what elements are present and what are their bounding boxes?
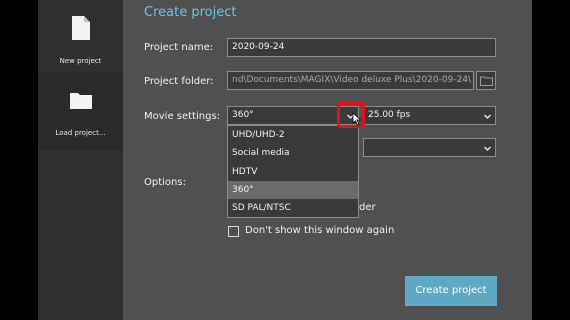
dropdown-option[interactable]: SD PAL/NTSC: [228, 199, 358, 217]
movie-format-value: 360°: [232, 110, 254, 120]
create-project-button[interactable]: Create project: [405, 276, 497, 306]
project-folder-field: nd\Documents\MAGIX\Video deluxe Plus\202…: [227, 71, 474, 90]
page-title: Create project: [144, 5, 237, 20]
option-label-partial: der: [359, 202, 376, 213]
new-document-icon: [71, 16, 90, 40]
sidebar-item-label: New project: [59, 57, 102, 65]
secondary-select[interactable]: [363, 138, 496, 157]
movie-format-dropdown: UHD/UHD-2 Social media HDTV 360° SD PAL/…: [227, 125, 359, 218]
browse-folder-button[interactable]: [476, 71, 496, 90]
project-name-label: Project name:: [144, 42, 214, 53]
mouse-cursor-icon: [352, 112, 362, 126]
dont-show-label: Don't show this window again: [245, 225, 395, 236]
sidebar-item-label: Load project...: [55, 129, 106, 137]
folder-icon: [480, 76, 493, 86]
movie-settings-label: Movie settings:: [144, 111, 221, 122]
fps-select[interactable]: 25.00 fps: [363, 106, 496, 125]
sidebar: New project Load project...: [38, 0, 123, 320]
dropdown-option[interactable]: UHD/UHD-2: [228, 126, 358, 144]
dropdown-option-selected[interactable]: 360°: [228, 181, 358, 199]
main-panel: Create project Project name: 2020-09-24 …: [123, 0, 532, 320]
dropdown-option[interactable]: Social media: [228, 144, 358, 162]
sidebar-item-load-project[interactable]: Load project...: [38, 72, 123, 150]
chevron-down-icon: [484, 114, 491, 119]
options-label: Options:: [144, 177, 186, 188]
dropdown-option[interactable]: HDTV: [228, 163, 358, 181]
sidebar-item-new-project[interactable]: New project: [38, 0, 123, 70]
chevron-down-icon: [484, 146, 491, 151]
fps-value: 25.00 fps: [368, 110, 411, 120]
project-folder-label: Project folder:: [144, 76, 214, 87]
folder-icon: [69, 93, 92, 109]
project-name-input[interactable]: 2020-09-24: [227, 38, 496, 57]
dont-show-checkbox[interactable]: [228, 226, 239, 237]
